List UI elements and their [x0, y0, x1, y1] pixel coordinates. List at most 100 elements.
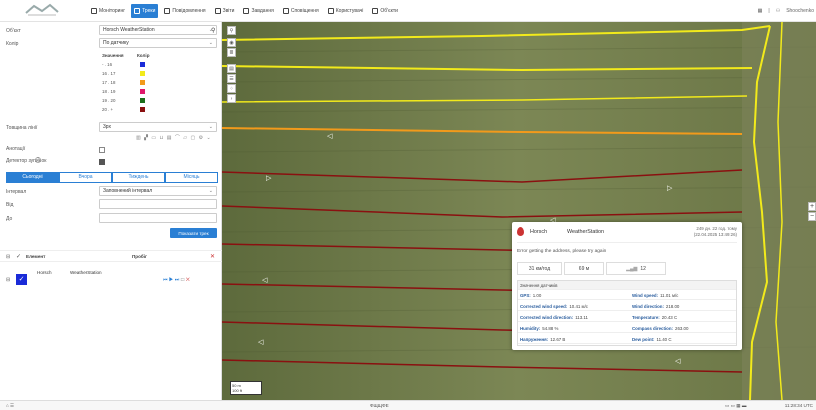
thickness-select[interactable]: 3px ⌄ — [99, 122, 217, 132]
map-tool-4[interactable]: › — [227, 94, 236, 103]
tab-month[interactable]: Місяць — [165, 172, 218, 183]
tab-week[interactable]: Тиждень — [112, 172, 165, 183]
sensor-value: Dew point: 11.40 С — [630, 335, 736, 344]
nav-item-0[interactable]: Моніторинг — [88, 4, 128, 18]
legend-header-color: Колір — [137, 53, 150, 58]
sensor-value: Temperature: 20.43 С — [630, 313, 736, 322]
bottom-left-icons[interactable]: ⌂ ☰ — [6, 403, 14, 409]
monitor-icon — [91, 7, 97, 14]
legend-color-swatch — [140, 98, 145, 103]
map-tool-2[interactable]: ☰ — [227, 74, 236, 83]
popup-date: (22.04.2025 13:49:26) — [693, 232, 737, 237]
messages-icon — [164, 7, 171, 14]
tab-yesterday[interactable]: Вчора — [59, 172, 112, 183]
search-icon[interactable]: ⚲ — [211, 27, 215, 34]
legend-color-swatch — [140, 80, 145, 85]
annotations-label: Анотації — [6, 146, 26, 152]
legend-color-swatch — [140, 89, 145, 94]
status-center-text: ФЩЩФЕ — [370, 403, 389, 408]
object-marker-icon — [517, 227, 524, 236]
collapse-icon[interactable]: ⊟ — [6, 254, 10, 260]
from-input[interactable] — [99, 199, 217, 209]
nav-item-5[interactable]: Сповіщення — [280, 4, 322, 18]
track-color-checkbox[interactable]: ✓ — [16, 274, 27, 285]
legend-range: 19 . 20 — [102, 98, 116, 103]
nav-item-2[interactable]: Повідомлення — [161, 4, 208, 18]
eye-icon: ◉ — [229, 39, 234, 46]
map-search-tool[interactable]: ⚲ — [227, 26, 236, 35]
notifications-icon — [282, 7, 289, 14]
user-icon[interactable]: ⚇ — [776, 8, 780, 14]
popup-object-name: Horsch — [530, 229, 548, 235]
app-logo[interactable] — [0, 0, 88, 22]
map-tool-3[interactable]: ⁘ — [227, 84, 236, 93]
users-icon — [327, 7, 334, 14]
popup-time-ago: 249 дн. 22 год. тому — [696, 226, 737, 231]
nav-item-3[interactable]: Звіти — [212, 4, 238, 18]
nav-item-label: Треки — [142, 7, 156, 14]
speed-stat: 31 км/год — [517, 262, 562, 275]
map-layers-tool[interactable]: ≣ — [227, 48, 236, 57]
nav-item-1[interactable]: Треки — [131, 3, 159, 18]
map-tool-1[interactable]: ▤ — [227, 64, 236, 73]
top-nav-bar: Моніторинг Треки Повідомлення Звіти Завдання… — [0, 0, 816, 22]
tab-today[interactable]: Сьогодні — [6, 172, 59, 183]
track-settings-panel: Об'єкт Horsch WeatherStation ⌄ ⚲ Колір По… — [0, 22, 222, 400]
close-icon[interactable]: ✕ — [210, 253, 215, 260]
track-item-sub: WeatherStation — [70, 270, 102, 275]
nav-item-7[interactable]: Об'єкти — [369, 4, 401, 18]
top-right-tools: ▦ | ⚇ Shoochenko — [758, 0, 814, 22]
legend-range: 18 . 19 — [102, 89, 116, 94]
object-select[interactable]: Horsch WeatherStation ⌄ — [99, 25, 217, 35]
svg-text:◁: ◁ — [675, 357, 681, 365]
annotations-checkbox[interactable] — [99, 147, 105, 153]
show-track-button[interactable]: Показати трек — [170, 228, 217, 238]
reports-icon — [214, 7, 221, 14]
apps-grid-icon[interactable]: ▦ — [758, 8, 763, 14]
nav-item-label: Об'єкти — [380, 7, 398, 14]
status-bar: ⌂ ☰ ФЩЩФЕ ▭ ▭ ▦ ▬ 11:28:34 UTC — [0, 400, 816, 410]
svg-text:▷: ▷ — [667, 184, 673, 192]
legend-color-swatch — [140, 71, 145, 76]
help-icon[interactable]: ? — [35, 157, 41, 163]
zoom-in-button[interactable]: + — [808, 202, 816, 211]
check-all-icon[interactable]: ✓ — [16, 253, 21, 260]
stop-detector-checkbox[interactable] — [99, 159, 105, 165]
track-playback-controls[interactable]: ⏮ ▶ ⏭ ⬚ ✕ — [163, 277, 190, 283]
color-select[interactable]: По датчику ⌄ — [99, 38, 217, 48]
legend-header-value: Значення — [102, 53, 124, 58]
chevron-down-icon: ⌄ — [208, 40, 213, 46]
map-view-tool[interactable]: ◉ — [227, 38, 236, 47]
objects-icon — [372, 7, 379, 14]
svg-text:◁: ◁ — [258, 338, 264, 346]
legend-range: 16 . 17 — [102, 71, 116, 76]
line-style-toolbar[interactable]: ▥ ▞ ▭ ⊔ ▤ ⌒ ▱ ▢ ⚙ ⌄ — [136, 134, 216, 141]
popup-address-error: Error getting the address, please try ag… — [517, 249, 607, 254]
expand-icon: › — [230, 95, 233, 102]
list-icon: ☰ — [229, 75, 234, 82]
nav-item-6[interactable]: Користувачі — [325, 4, 367, 18]
sensor-value: Wind direction: 218.00 — [630, 302, 736, 311]
track-item-name: Horsch — [37, 270, 52, 275]
interval-select[interactable]: Заповнений інтервал ⌄ — [99, 186, 217, 196]
search-icon: ⚲ — [229, 27, 234, 34]
track-item[interactable]: ⊟ ✓ Horsch WeatherStation ⏮ ▶ ⏭ ⬚ ✕ — [0, 266, 222, 292]
svg-text:◁: ◁ — [262, 276, 268, 284]
mileage-header: Пробіг — [132, 254, 147, 259]
collapse-icon[interactable]: ⊟ — [6, 277, 10, 283]
status-tools[interactable]: ▭ ▭ ▦ ▬ — [725, 403, 746, 409]
chevron-down-icon: ⌄ — [208, 124, 213, 130]
nav-item-4[interactable]: Завдання — [240, 4, 276, 18]
to-input[interactable] — [99, 213, 217, 223]
zoom-out-button[interactable]: − — [808, 212, 816, 221]
sensor-value: Corrected wind speed: 10.41 м/с — [518, 302, 630, 311]
sensors-title: Значення датчиків — [518, 281, 736, 290]
nav-item-label: Моніторинг — [99, 7, 126, 14]
route-icon — [134, 7, 141, 14]
nav-item-label: Сповіщення — [290, 7, 319, 14]
nav-item-label: Повідомлення — [172, 7, 206, 14]
user-name[interactable]: Shoochenko — [786, 8, 814, 14]
to-label: До — [6, 216, 13, 222]
sensor-value: Wind speed: 11.01 м/с — [630, 291, 736, 300]
sensor-value: GPS: 1.00 — [518, 291, 630, 300]
